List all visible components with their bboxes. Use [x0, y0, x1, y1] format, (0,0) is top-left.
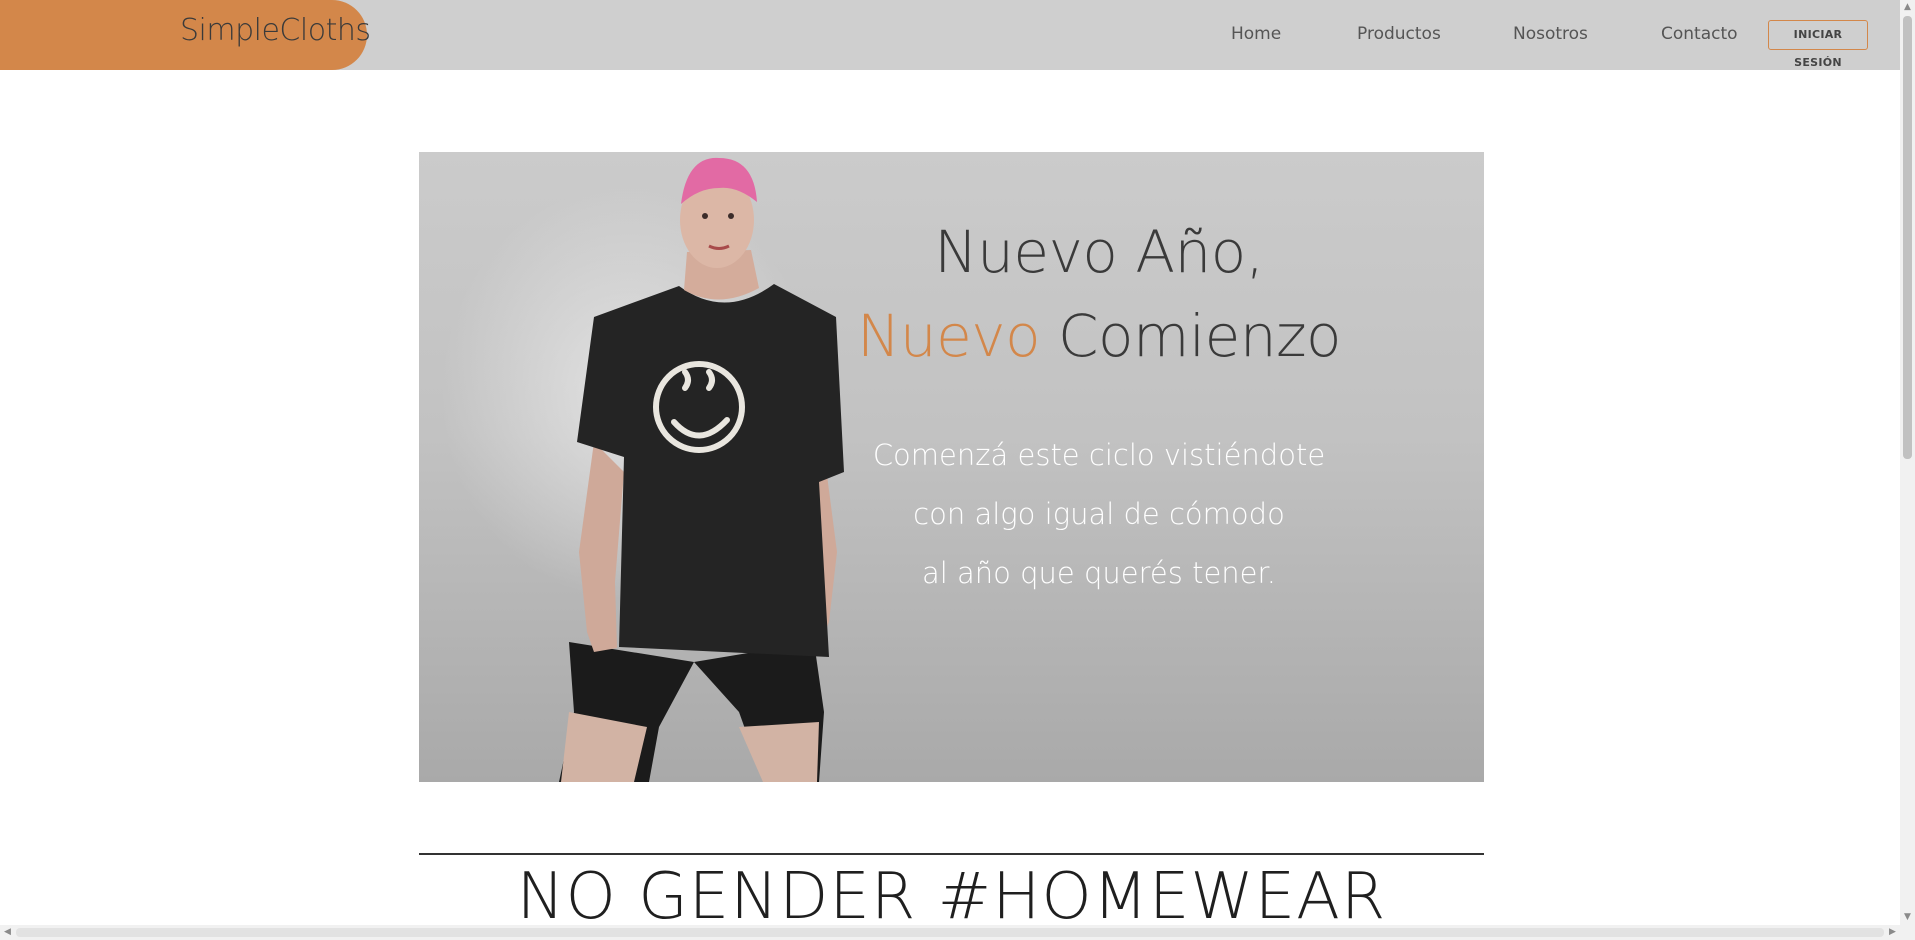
vertical-scroll-thumb[interactable]	[1903, 16, 1912, 459]
hero-subtitle-line-3: al año que querés tener.	[921, 556, 1276, 590]
section-divider	[419, 853, 1484, 855]
scroll-down-icon[interactable]: ▼	[1900, 910, 1915, 925]
nav-link-home[interactable]: Home	[1231, 24, 1281, 44]
hero-title-line-2: Nuevo Comienzo	[769, 302, 1429, 370]
nav-link-contacto[interactable]: Contacto	[1661, 24, 1738, 44]
section-title: NO GENDER #HOMEWEAR	[516, 860, 1387, 925]
vertical-scrollbar[interactable]: ▲ ▼	[1900, 0, 1915, 925]
scroll-up-icon[interactable]: ▲	[1900, 0, 1915, 15]
hero-banner: Nuevo Año, Nuevo Comienzo Comenzá este c…	[419, 152, 1484, 782]
nav-link-nosotros[interactable]: Nosotros	[1513, 24, 1588, 44]
navbar: SimpleCloths Home Productos Nosotros Con…	[0, 0, 1900, 70]
hero-title-rest: Comienzo	[1040, 302, 1342, 370]
page-viewport: SimpleCloths Home Productos Nosotros Con…	[0, 0, 1900, 925]
hero-title-line-1: Nuevo Año,	[934, 218, 1264, 286]
brand-logo[interactable]: SimpleCloths	[0, 0, 371, 70]
nav-link-productos[interactable]: Productos	[1357, 24, 1441, 44]
horizontal-scrollbar[interactable]: ◀ ▶	[0, 925, 1915, 940]
scroll-right-icon[interactable]: ▶	[1885, 925, 1900, 940]
hero-title-accent: Nuevo	[856, 302, 1041, 370]
scroll-left-icon[interactable]: ◀	[0, 925, 15, 940]
horizontal-scroll-thumb[interactable]	[16, 928, 1884, 937]
hero-subtitle-line-2: con algo igual de cómodo	[913, 497, 1285, 531]
hero-subtitle-line-1: Comenzá este ciclo vistiéndote	[872, 438, 1326, 472]
login-button[interactable]: INICIAR SESIÓN	[1768, 20, 1868, 69]
brand-name: SimpleCloths	[180, 13, 371, 48]
